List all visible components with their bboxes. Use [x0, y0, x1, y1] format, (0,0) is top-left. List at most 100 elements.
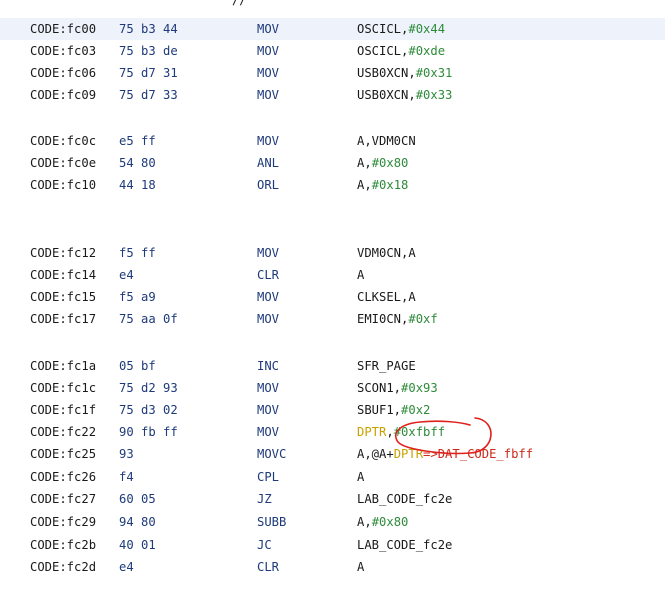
instruction-operands[interactable]: A,VDM0CN	[357, 130, 416, 152]
instruction-bytes[interactable]: 75 aa 0f	[119, 308, 178, 330]
listing-row[interactable]: CODE:fc15 f5 a9 MOV CLKSEL,A	[0, 286, 665, 308]
operand-hex[interactable]: #0x31	[416, 66, 453, 80]
listing-row[interactable]: CODE:fc1a 05 bf INC SFR_PAGE	[0, 355, 665, 377]
instruction-bytes[interactable]: 40 01	[119, 534, 156, 556]
operand-hex[interactable]: #0x2	[401, 403, 430, 417]
listing-row[interactable]: CODE:fc03 75 b3 de MOV OSCICL,#0xde	[0, 40, 665, 62]
instruction-operands[interactable]: USB0XCN,#0x31	[357, 62, 452, 84]
instruction-bytes[interactable]: 93	[119, 443, 134, 465]
instruction-bytes[interactable]: 94 80	[119, 511, 156, 533]
operand-sym[interactable]: A	[357, 470, 364, 484]
instruction-operands[interactable]: A	[357, 264, 364, 286]
instruction-mnemonic[interactable]: MOV	[257, 308, 279, 330]
instruction-bytes[interactable]: f5 a9	[119, 286, 156, 308]
operand-hex[interactable]: #0xde	[408, 44, 445, 58]
instruction-mnemonic[interactable]: MOV	[257, 399, 279, 421]
instruction-operands[interactable]: DPTR,#0xfbff	[357, 421, 445, 443]
listing-row[interactable]: CODE:fc12 f5 ff MOV VDM0CN,A	[0, 242, 665, 264]
instruction-address[interactable]: CODE:fc10	[30, 174, 96, 196]
instruction-mnemonic[interactable]: MOV	[257, 84, 279, 106]
instruction-mnemonic[interactable]: MOV	[257, 130, 279, 152]
instruction-address[interactable]: CODE:fc00	[30, 18, 96, 40]
instruction-mnemonic[interactable]: MOV	[257, 377, 279, 399]
instruction-address[interactable]: CODE:fc29	[30, 511, 96, 533]
instruction-bytes[interactable]: f5 ff	[119, 242, 156, 264]
listing-row[interactable]: CODE:fc2b 40 01 JC LAB_CODE_fc2e	[0, 534, 665, 556]
instruction-address[interactable]: CODE:fc14	[30, 264, 96, 286]
listing-row[interactable]: CODE:fc00 75 b3 44 MOV OSCICL,#0x44	[0, 18, 665, 40]
instruction-address[interactable]: CODE:fc2b	[30, 534, 96, 556]
instruction-mnemonic[interactable]: MOVC	[257, 443, 286, 465]
instruction-operands[interactable]: LAB_CODE_fc2e	[357, 488, 452, 510]
listing-row[interactable]: CODE:fc26 f4 CPL A	[0, 466, 665, 488]
instruction-bytes[interactable]: 75 b3 44	[119, 18, 178, 40]
instruction-mnemonic[interactable]: MOV	[257, 242, 279, 264]
instruction-bytes[interactable]: 75 b3 de	[119, 40, 178, 62]
instruction-address[interactable]: CODE:fc1a	[30, 355, 96, 377]
operand-sym[interactable]: OSCICL,	[357, 44, 408, 58]
operand-sym[interactable]: A	[357, 268, 364, 282]
listing-row[interactable]: CODE:fc22 90 fb ff MOV DPTR,#0xfbff	[0, 421, 665, 443]
operand-sym[interactable]: CLKSEL,A	[357, 290, 416, 304]
listing-row[interactable]: CODE:fc0c e5 ff MOV A,VDM0CN	[0, 130, 665, 152]
instruction-bytes[interactable]: 44 18	[119, 174, 156, 196]
instruction-operands[interactable]: LAB_CODE_fc2e	[357, 534, 452, 556]
instruction-address[interactable]: CODE:fc0e	[30, 152, 96, 174]
instruction-address[interactable]: CODE:fc06	[30, 62, 96, 84]
listing-row[interactable]: CODE:fc2d e4 CLR A	[0, 556, 665, 578]
instruction-mnemonic[interactable]: MOV	[257, 62, 279, 84]
listing-row[interactable]: CODE:fc14 e4 CLR A	[0, 264, 665, 286]
instruction-address[interactable]: CODE:fc22	[30, 421, 96, 443]
operand-hex[interactable]: #0xfbff	[394, 425, 445, 439]
instruction-bytes[interactable]: 75 d7 33	[119, 84, 178, 106]
instruction-mnemonic[interactable]: MOV	[257, 421, 279, 443]
operand-sym[interactable]: A,	[357, 156, 372, 170]
instruction-operands[interactable]: A,#0x18	[357, 174, 408, 196]
instruction-bytes[interactable]: e4	[119, 556, 134, 578]
listing-row[interactable]: CODE:fc17 75 aa 0f MOV EMI0CN,#0xf	[0, 308, 665, 330]
operand-reg[interactable]: DPTR	[394, 447, 423, 461]
instruction-mnemonic[interactable]: SUBB	[257, 511, 286, 533]
listing-row[interactable]: CODE:fc10 44 18 ORL A,#0x18	[0, 174, 665, 196]
operand-sym[interactable]: A,	[357, 178, 372, 192]
operand-hex[interactable]: #0x80	[372, 156, 409, 170]
operand-sym[interactable]: USB0XCN,	[357, 66, 416, 80]
operand-hex[interactable]: #0x33	[416, 88, 453, 102]
instruction-mnemonic[interactable]: CLR	[257, 556, 279, 578]
operand-sym[interactable]: SCON1,	[357, 381, 401, 395]
listing-row[interactable]: CODE:fc06 75 d7 31 MOV USB0XCN,#0x31	[0, 62, 665, 84]
instruction-address[interactable]: CODE:fc1c	[30, 377, 96, 399]
operand-hex[interactable]: #0x18	[372, 178, 409, 192]
instruction-operands[interactable]: OSCICL,#0x44	[357, 18, 445, 40]
operand-sym[interactable]: A	[357, 560, 364, 574]
instruction-address[interactable]: CODE:fc2d	[30, 556, 96, 578]
instruction-operands[interactable]: A,#0x80	[357, 152, 408, 174]
instruction-address[interactable]: CODE:fc0c	[30, 130, 96, 152]
instruction-bytes[interactable]: 90 fb ff	[119, 421, 178, 443]
listing-row[interactable]: CODE:fc1f 75 d3 02 MOV SBUF1,#0x2	[0, 399, 665, 421]
operand-hex[interactable]: #0xf	[408, 312, 437, 326]
instruction-mnemonic[interactable]: CLR	[257, 264, 279, 286]
instruction-address[interactable]: CODE:fc26	[30, 466, 96, 488]
instruction-bytes[interactable]: 05 bf	[119, 355, 156, 377]
instruction-bytes[interactable]: 75 d3 02	[119, 399, 178, 421]
instruction-mnemonic[interactable]: MOV	[257, 40, 279, 62]
operand-sym[interactable]: USB0XCN,	[357, 88, 416, 102]
instruction-mnemonic[interactable]: JZ	[257, 488, 272, 510]
instruction-address[interactable]: CODE:fc27	[30, 488, 96, 510]
instruction-operands[interactable]: A	[357, 556, 364, 578]
instruction-address[interactable]: CODE:fc09	[30, 84, 96, 106]
listing-row[interactable]: CODE:fc09 75 d7 33 MOV USB0XCN,#0x33	[0, 84, 665, 106]
instruction-mnemonic[interactable]: MOV	[257, 18, 279, 40]
instruction-address[interactable]: CODE:fc12	[30, 242, 96, 264]
instruction-address[interactable]: CODE:fc25	[30, 443, 96, 465]
instruction-bytes[interactable]: e5 ff	[119, 130, 156, 152]
instruction-operands[interactable]: SBUF1,#0x2	[357, 399, 430, 421]
operand-sym[interactable]: EMI0CN,	[357, 312, 408, 326]
operand-plain[interactable]: ,	[386, 425, 393, 439]
instruction-operands[interactable]: SFR_PAGE	[357, 355, 416, 377]
operand-lbl[interactable]: LAB_CODE_fc2e	[357, 492, 452, 506]
instruction-operands[interactable]: VDM0CN,A	[357, 242, 416, 264]
instruction-mnemonic[interactable]: INC	[257, 355, 279, 377]
listing-row[interactable]: CODE:fc0e 54 80 ANL A,#0x80	[0, 152, 665, 174]
